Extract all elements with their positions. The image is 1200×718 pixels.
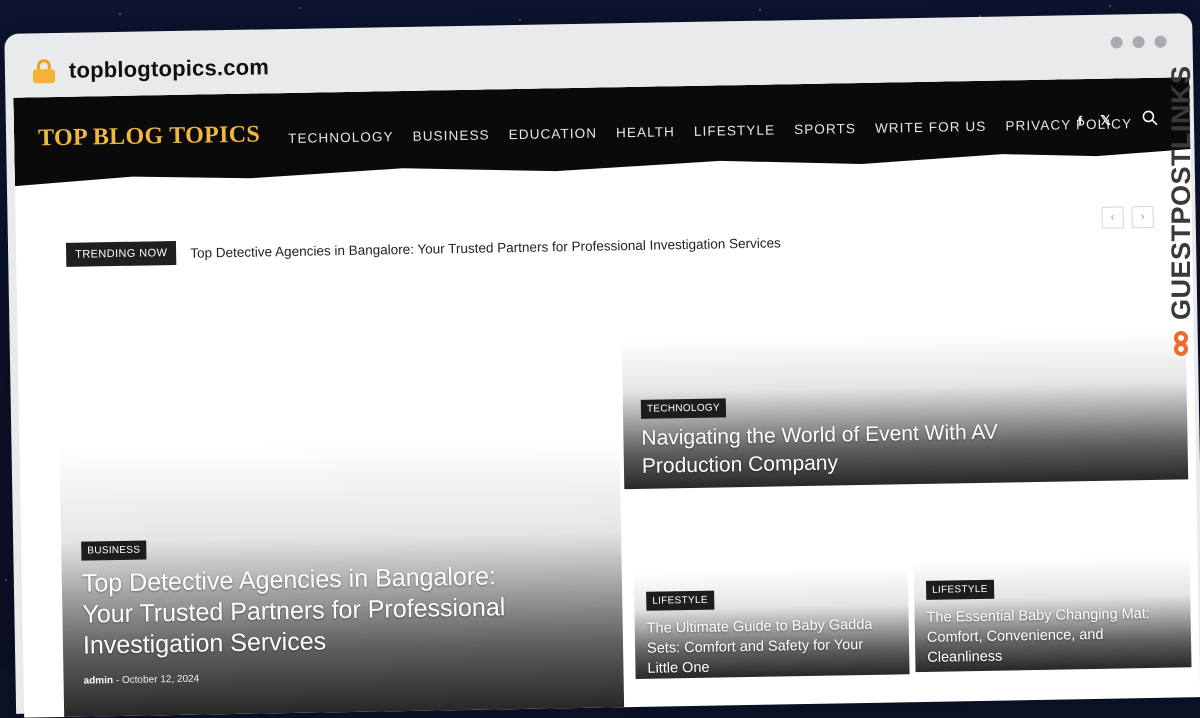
search-icon[interactable]: [1142, 110, 1158, 126]
trending-headline[interactable]: Top Detective Agencies in Bangalore: You…: [190, 235, 781, 260]
site-logo[interactable]: TOP BLOG TOPICS: [38, 121, 260, 152]
featured-card-small-1[interactable]: LIFESTYLE The Ultimate Guide to Baby Gad…: [633, 566, 910, 680]
nav-sports[interactable]: SPORTS: [794, 121, 856, 137]
lock-icon: [32, 59, 56, 84]
chain-link-icon: [1171, 328, 1193, 356]
card-title[interactable]: Top Detective Agencies in Bangalore: You…: [82, 560, 554, 661]
trending-badge: TRENDING NOW: [65, 240, 177, 267]
post-author[interactable]: admin: [83, 675, 113, 687]
category-badge[interactable]: BUSINESS: [81, 540, 147, 561]
window-controls: [1110, 35, 1167, 49]
nav-technology[interactable]: TECHNOLOGY: [288, 129, 394, 146]
x-twitter-icon[interactable]: 𝕏: [1100, 113, 1111, 129]
web-page: TOP BLOG TOPICS TECHNOLOGY BUSINESS EDUC…: [13, 77, 1200, 718]
trending-arrows: ‹ ›: [1101, 205, 1154, 229]
meta-separator: -: [115, 675, 120, 687]
window-dot-icon[interactable]: [1110, 36, 1123, 49]
guestpostlinks-watermark: GUESTPOSTLINKS: [1166, 65, 1197, 356]
nav-privacy-policy[interactable]: PRIVACY POLICY: [1005, 116, 1132, 133]
category-badge[interactable]: TECHNOLOGY: [640, 398, 727, 419]
nav-education[interactable]: EDUCATION: [509, 126, 598, 143]
post-meta: admin - October 12, 2024: [83, 667, 553, 687]
browser-frame: topblogtopics.com TOP BLOG TOPICS TECHNO…: [4, 13, 1200, 718]
prev-arrow-icon[interactable]: ‹: [1101, 206, 1124, 229]
window-dot-icon[interactable]: [1132, 36, 1145, 49]
nav-business[interactable]: BUSINESS: [413, 127, 490, 143]
featured-card-top-right[interactable]: TECHNOLOGY Navigating the World of Event…: [621, 329, 1189, 490]
browser-window: topblogtopics.com TOP BLOG TOPICS TECHNO…: [0, 0, 1200, 718]
main-nav: TECHNOLOGY BUSINESS EDUCATION HEALTH LIF…: [288, 116, 1132, 146]
next-arrow-icon[interactable]: ›: [1131, 205, 1154, 229]
social-links: f 𝕏: [1078, 113, 1111, 130]
category-badge[interactable]: LIFESTYLE: [646, 590, 714, 611]
site-header: TOP BLOG TOPICS TECHNOLOGY BUSINESS EDUC…: [13, 77, 1190, 190]
nav-lifestyle[interactable]: LIFESTYLE: [694, 122, 775, 138]
nav-write-for-us[interactable]: WRITE FOR US: [875, 119, 987, 136]
address-bar[interactable]: topblogtopics.com: [32, 51, 270, 87]
watermark-text: GUESTPOSTLINKS: [1166, 65, 1196, 320]
card-title[interactable]: The Essential Baby Changing Mat: Comfort…: [926, 604, 1177, 668]
card-title[interactable]: Navigating the World of Event With AV Pr…: [641, 418, 1062, 481]
facebook-icon[interactable]: f: [1078, 113, 1083, 129]
category-badge[interactable]: LIFESTYLE: [925, 579, 994, 600]
featured-card-small-2[interactable]: LIFESTYLE The Essential Baby Changing Ma…: [913, 555, 1192, 673]
featured-card-main[interactable]: BUSINESS Top Detective Agencies in Banga…: [59, 437, 625, 717]
card-title[interactable]: The Ultimate Guide to Baby Gadda Sets: C…: [647, 614, 898, 678]
url-text: topblogtopics.com: [68, 54, 270, 83]
post-date: October 12, 2024: [121, 673, 200, 686]
window-dot-icon[interactable]: [1154, 35, 1167, 48]
nav-health[interactable]: HEALTH: [616, 124, 675, 140]
trending-bar: TRENDING NOW Top Detective Agencies in B…: [65, 230, 781, 267]
